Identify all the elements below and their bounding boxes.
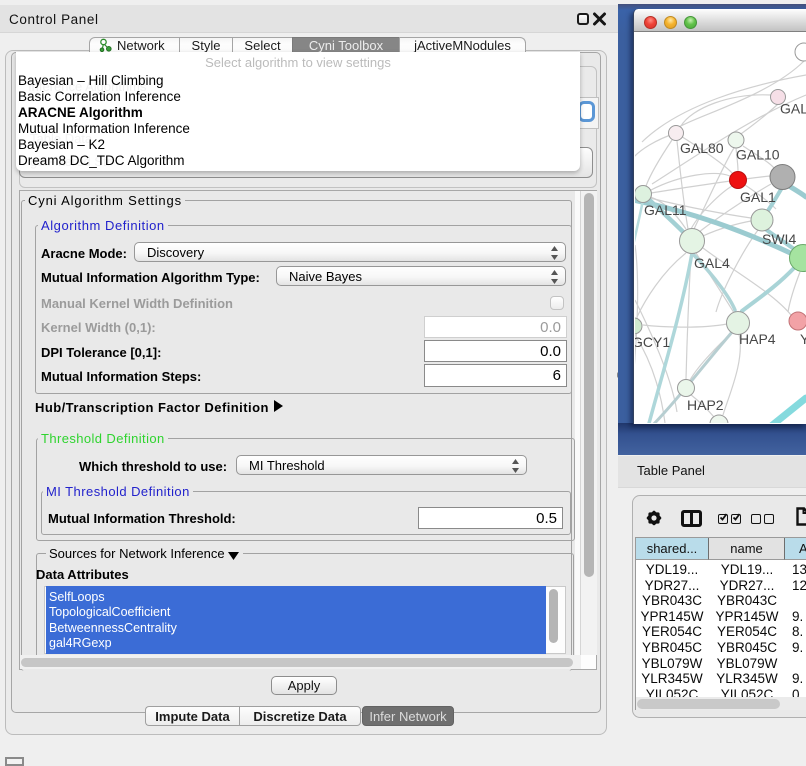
- svg-text:GAL80: GAL80: [680, 140, 724, 156]
- svg-text:GAL4: GAL4: [694, 255, 730, 271]
- svg-text:HAP4: HAP4: [739, 331, 776, 347]
- svg-text:GAL10: GAL10: [736, 147, 780, 163]
- svg-text:SWI4: SWI4: [762, 231, 796, 247]
- svg-text:HAP2: HAP2: [687, 397, 724, 413]
- svg-text:Y: Y: [800, 331, 806, 347]
- svg-text:GAL11: GAL11: [644, 202, 687, 218]
- svg-text:GAL8: GAL8: [780, 101, 806, 117]
- svg-text:GAL1: GAL1: [740, 189, 776, 205]
- svg-text:GCY1: GCY1: [635, 334, 670, 350]
